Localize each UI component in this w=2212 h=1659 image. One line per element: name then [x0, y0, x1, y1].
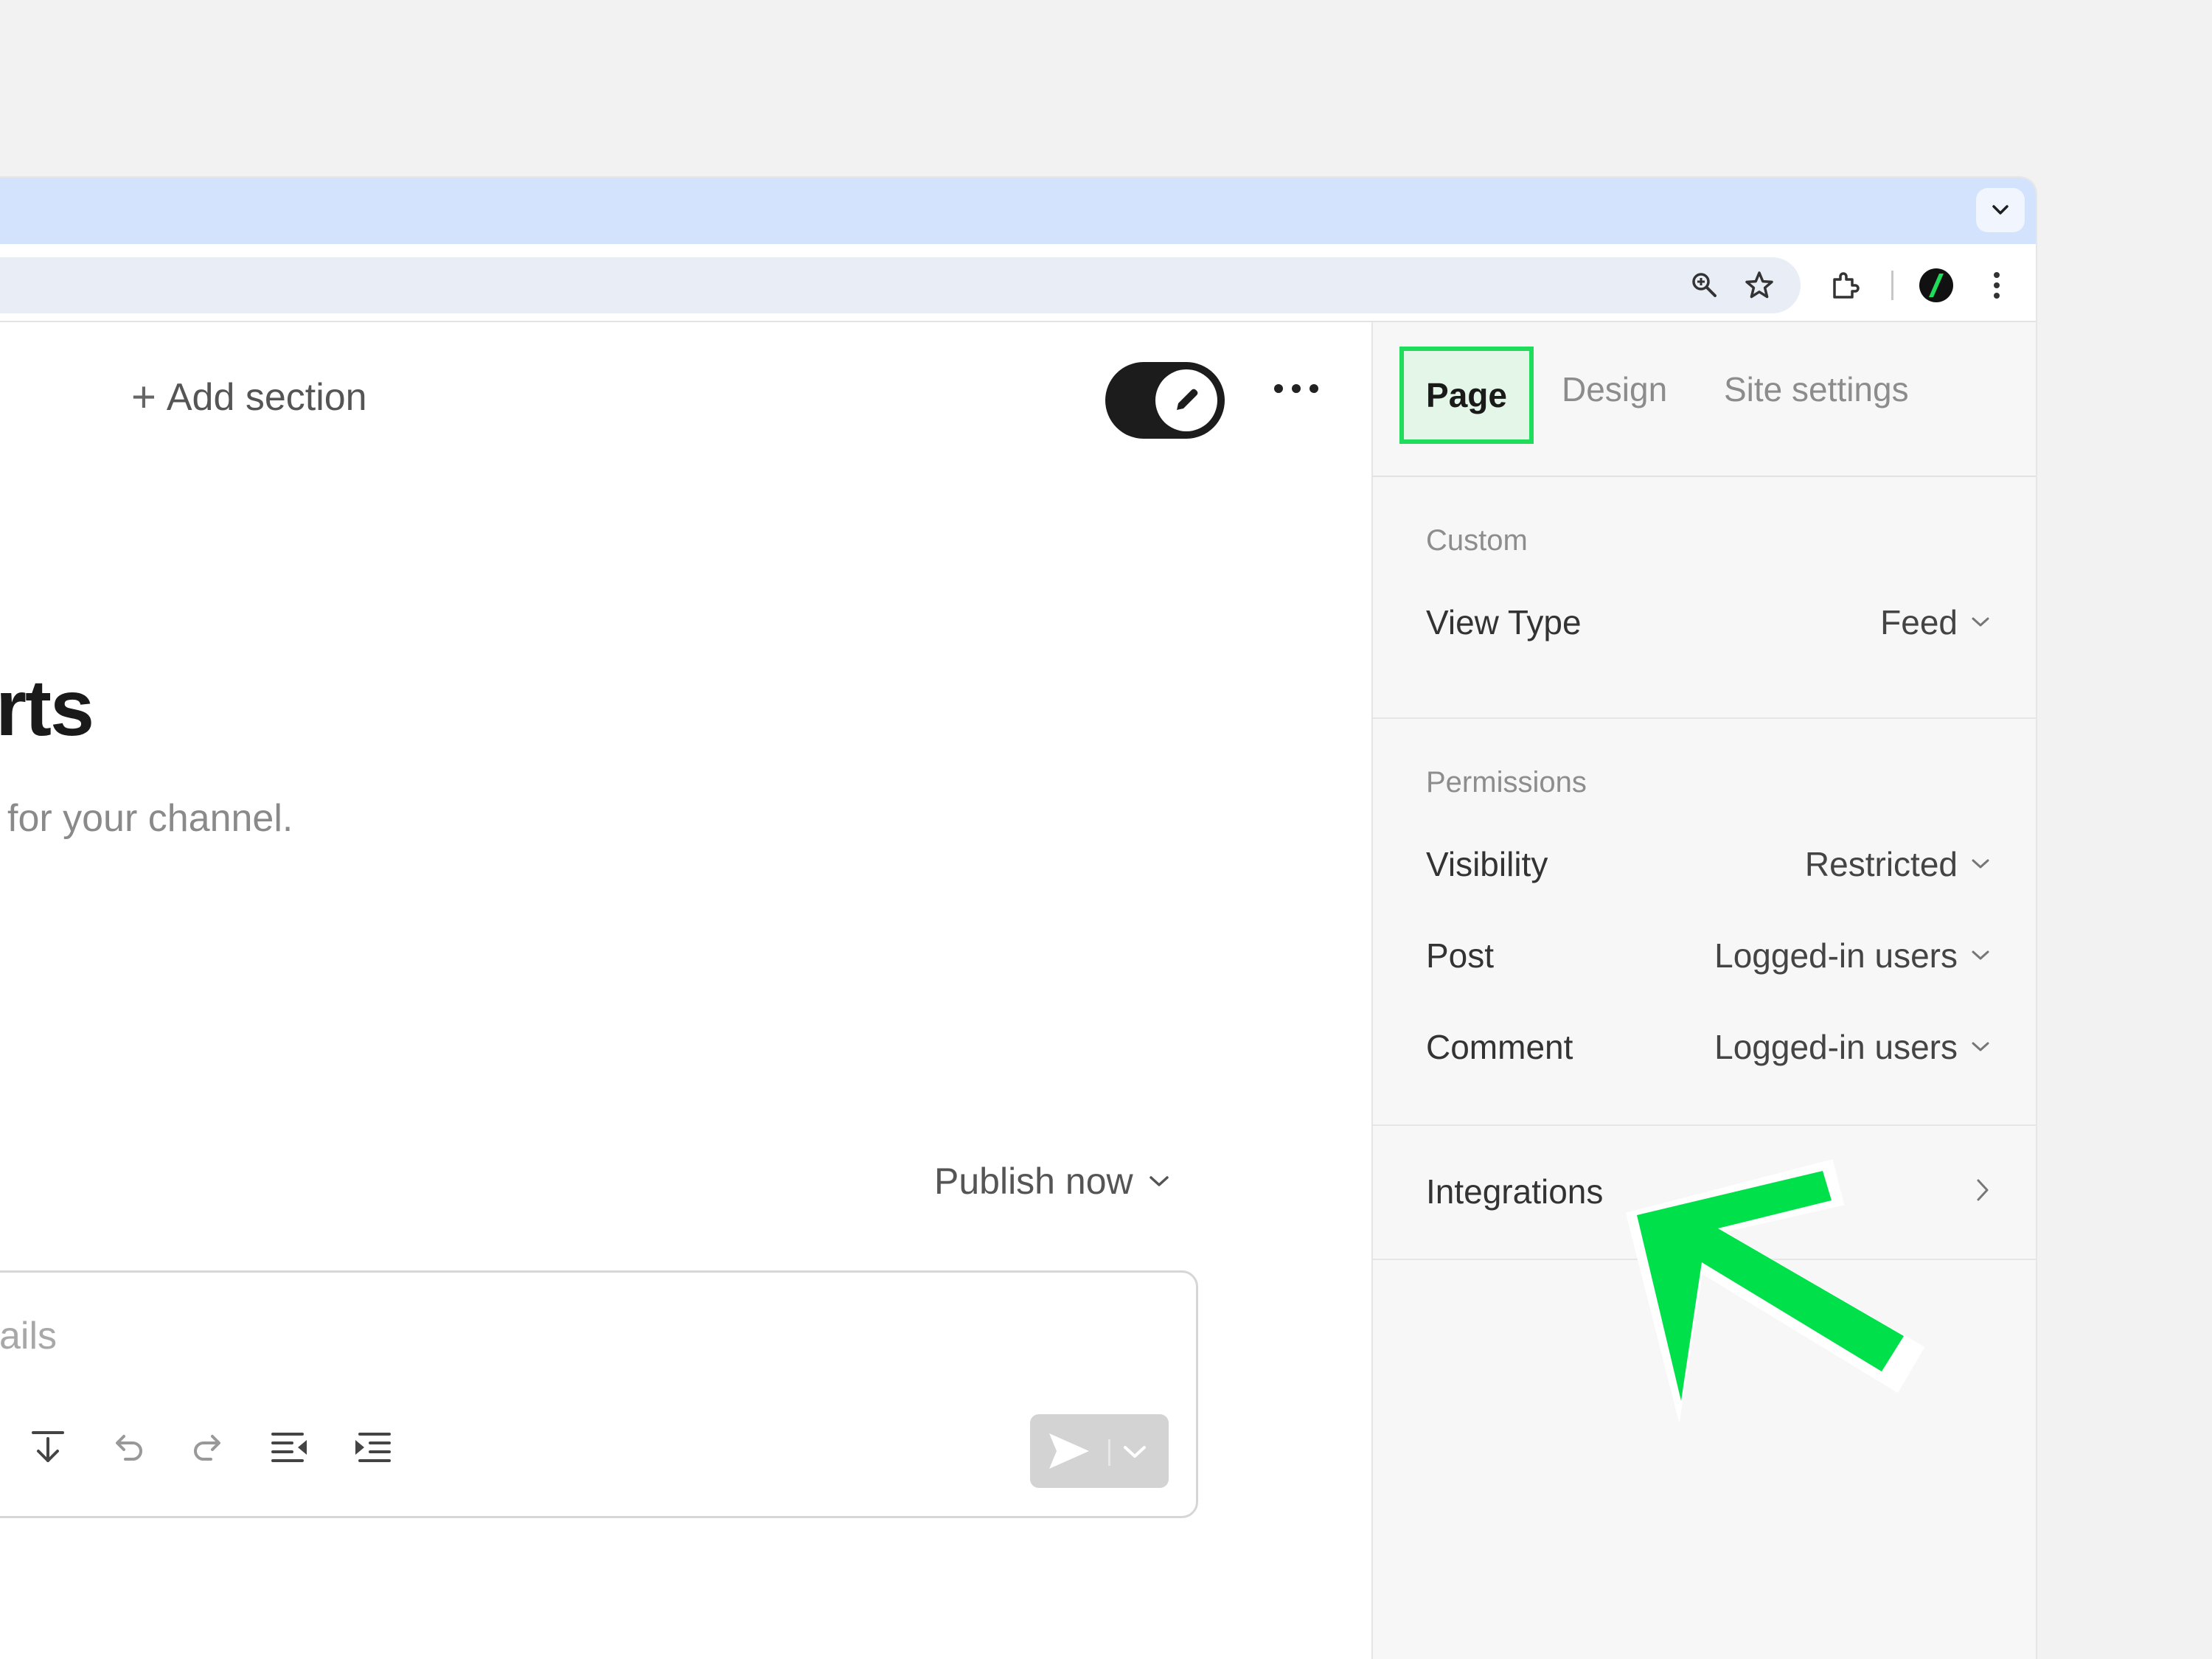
- chevron-down-icon: [1972, 1042, 1989, 1051]
- star-icon[interactable]: [1739, 265, 1780, 306]
- visibility-select[interactable]: Restricted: [1805, 844, 1990, 884]
- outdent-icon[interactable]: [268, 1425, 312, 1469]
- chevron-down-icon: [1149, 1176, 1169, 1186]
- page-editor: + Add section rts for your channel. Publ…: [0, 322, 1371, 1659]
- composer-placeholder: ails: [0, 1315, 58, 1357]
- custom-section: Custom View Type Feed: [1373, 477, 2036, 719]
- comment-permission-value: Logged-in users: [1714, 1028, 1958, 1066]
- undo-icon[interactable]: [105, 1425, 150, 1469]
- page-title: rts: [0, 663, 94, 752]
- section-title-custom: Custom: [1426, 524, 1528, 557]
- chevron-down-icon: [1972, 617, 1989, 627]
- extensions-icon[interactable]: [1824, 265, 1865, 306]
- edit-mode-toggle[interactable]: [1105, 362, 1225, 439]
- post-label: Post: [1426, 936, 1495, 975]
- send-divider: [1108, 1439, 1110, 1466]
- insert-below-icon[interactable]: [26, 1425, 70, 1469]
- view-type-select[interactable]: Feed: [1880, 602, 1990, 642]
- kebab-menu-icon[interactable]: [1976, 265, 2017, 306]
- view-type-value: Feed: [1880, 603, 1958, 641]
- post-composer[interactable]: ails: [0, 1270, 1198, 1518]
- tab-page[interactable]: Page: [1399, 347, 1534, 444]
- send-button[interactable]: [1030, 1414, 1169, 1488]
- indent-icon[interactable]: [350, 1425, 394, 1469]
- browser-window: + Add section rts for your channel. Publ…: [0, 178, 2036, 1659]
- settings-panel: Page Design Site settings Custom View Ty…: [1371, 322, 2036, 1659]
- page-subtitle: for your channel.: [7, 797, 293, 840]
- pencil-icon: [1155, 369, 1217, 431]
- comment-permission-select[interactable]: Logged-in users: [1714, 1027, 1990, 1067]
- visibility-label: Visibility: [1426, 845, 1548, 883]
- chevron-right-icon: [1977, 1179, 1989, 1201]
- more-options-icon[interactable]: [1274, 384, 1318, 393]
- address-bar[interactable]: [0, 257, 1801, 313]
- post-permission-select[interactable]: Logged-in users: [1714, 936, 1990, 975]
- post-permission-value: Logged-in users: [1714, 936, 1958, 975]
- tab-design[interactable]: Design: [1562, 369, 1667, 409]
- publish-label: Publish now: [934, 1161, 1133, 1202]
- send-icon: [1049, 1433, 1089, 1469]
- plus-icon: +: [131, 373, 156, 421]
- chevron-down-icon: [1992, 205, 2008, 215]
- view-type-label: View Type: [1426, 603, 1582, 641]
- add-section-button[interactable]: + Add section: [131, 372, 367, 422]
- redo-icon[interactable]: [187, 1425, 231, 1469]
- profile-avatar[interactable]: [1916, 265, 1957, 306]
- chevron-down-icon: [1972, 859, 1989, 869]
- chevron-down-icon: [1972, 950, 1989, 960]
- integrations-label: Integrations: [1426, 1172, 1604, 1211]
- settings-tabs: Page Design Site settings: [1373, 322, 2036, 477]
- tab-strip: [0, 178, 2036, 244]
- permissions-section: Permissions Visibility Restricted Post L…: [1373, 719, 2036, 1126]
- toolbar-divider: [1891, 271, 1893, 300]
- annotation-arrow-icon: [1625, 1159, 1924, 1423]
- publish-dropdown[interactable]: Publish now: [934, 1160, 1170, 1203]
- add-section-label: Add section: [166, 375, 367, 419]
- comment-label: Comment: [1426, 1028, 1573, 1066]
- chevron-down-icon: [1124, 1446, 1146, 1458]
- tab-site-settings[interactable]: Site settings: [1724, 369, 1909, 409]
- tab-search-button[interactable]: [1976, 188, 2025, 232]
- zoom-icon[interactable]: [1684, 265, 1725, 306]
- visibility-value: Restricted: [1804, 845, 1958, 883]
- section-title-permissions: Permissions: [1426, 766, 1587, 799]
